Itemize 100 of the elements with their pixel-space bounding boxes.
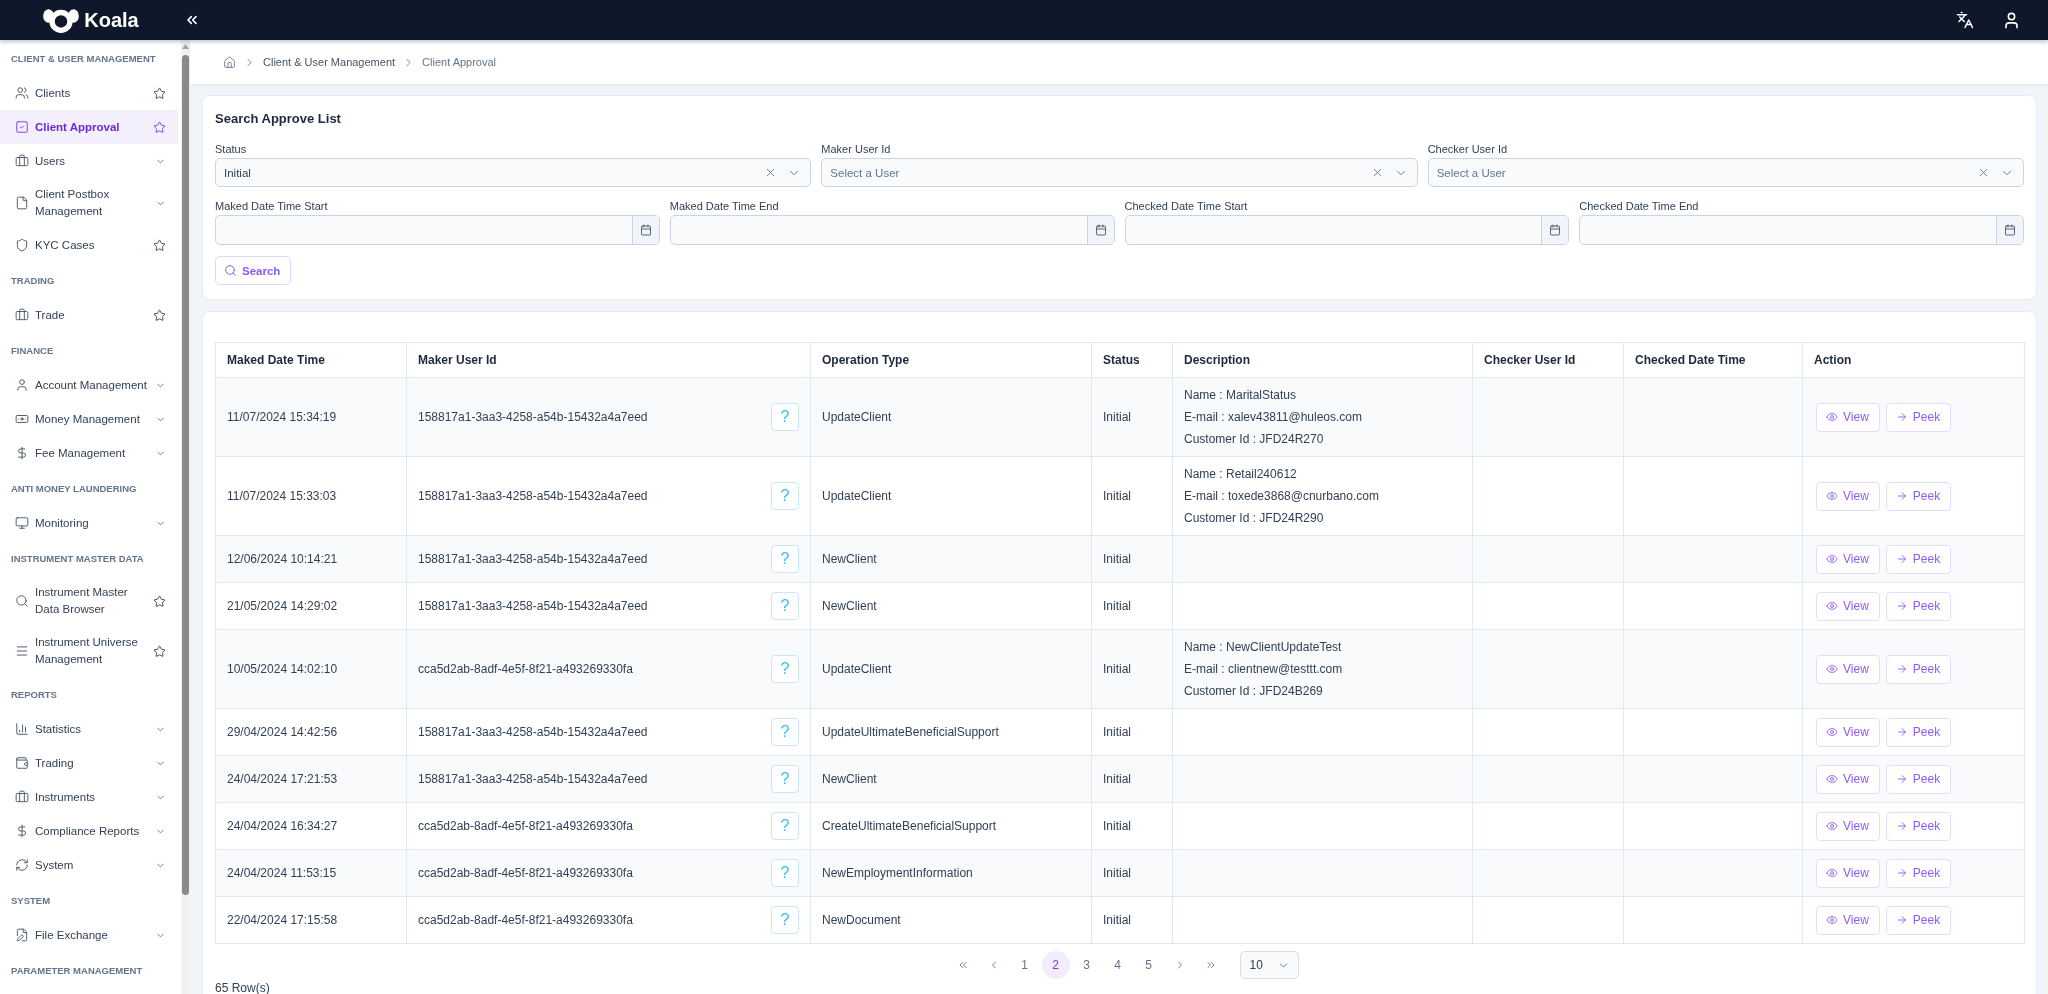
breadcrumb-current: Client Approval <box>422 56 497 68</box>
star-icon[interactable] <box>153 594 166 608</box>
sidebar-item[interactable]: Instrument Universe Management <box>0 626 178 676</box>
calendar-button[interactable] <box>1996 216 2023 244</box>
peek-button[interactable]: Peek <box>1885 402 1952 432</box>
refresh-icon <box>15 858 29 872</box>
scrollbar-thumb[interactable] <box>182 55 189 895</box>
arrow-right-icon <box>1895 600 1908 612</box>
table-cell: 11/07/2024 15:34:19 <box>215 377 407 457</box>
table-cell: NewClient <box>810 755 1092 803</box>
section-title: FINANCE <box>10 343 55 358</box>
star-icon[interactable] <box>153 308 166 322</box>
logo-text: Koala <box>84 8 139 32</box>
sidebar-item[interactable]: System <box>0 848 178 882</box>
eye-icon <box>1826 411 1838 423</box>
peek-button[interactable]: Peek <box>1885 544 1952 574</box>
sidebar-item[interactable]: Money Management <box>0 402 178 436</box>
page-button[interactable]: 1 <box>1010 951 1039 979</box>
sidebar-item[interactable]: Client Postbox Management <box>0 178 178 228</box>
select-field[interactable]: Initial <box>215 158 812 187</box>
view-button[interactable]: View <box>1816 544 1880 574</box>
arrow-right-icon <box>1895 663 1908 675</box>
view-button[interactable]: View <box>1816 811 1880 841</box>
account-button[interactable] <box>2002 10 2021 30</box>
calendar-button[interactable] <box>1541 216 1569 244</box>
sidebar-item[interactable]: Monitoring <box>0 506 178 540</box>
user-icon <box>2002 10 2021 30</box>
sidebar-item[interactable]: Statistics <box>0 712 178 746</box>
scroll-up-arrow-icon[interactable] <box>182 44 189 49</box>
clear-icon[interactable] <box>1977 166 1990 179</box>
home-icon[interactable] <box>223 55 236 69</box>
page-button[interactable]: 5 <box>1134 951 1163 979</box>
table-cell: 22/04/2024 17:15:58 <box>215 896 407 944</box>
sidebar-item[interactable]: Trading <box>0 746 178 780</box>
column-header: Status <box>1091 342 1173 378</box>
view-button[interactable]: View <box>1816 402 1880 432</box>
calendar-button[interactable] <box>631 216 659 244</box>
date-field[interactable] <box>215 215 660 245</box>
date-field[interactable] <box>1124 215 1570 245</box>
page-button[interactable]: 3 <box>1072 951 1101 979</box>
breadcrumb-link[interactable]: Client & User Management <box>263 56 396 68</box>
select-field[interactable]: Select a User <box>1427 158 2024 187</box>
arrow-right-icon <box>1895 820 1908 832</box>
sidebar-item[interactable]: Instrument Master Data Browser <box>0 576 178 626</box>
sidebar-item[interactable]: File Exchange <box>0 918 178 952</box>
select-field[interactable]: Select a User <box>821 158 1418 187</box>
page-button[interactable]: 2 <box>1041 951 1070 979</box>
table-cell: NewDocument <box>810 896 1092 944</box>
dollar-icon <box>15 824 29 838</box>
table-cell: Initial <box>1091 582 1173 630</box>
sidebar-item[interactable]: Users <box>0 144 178 178</box>
sidebar-item[interactable]: Client Approval <box>0 110 178 144</box>
search-button[interactable]: Search <box>215 256 292 285</box>
peek-button[interactable]: Peek <box>1885 811 1952 841</box>
page-button[interactable]: 4 <box>1103 951 1132 979</box>
peek-button[interactable]: Peek <box>1885 717 1952 747</box>
sidebar-item[interactable]: Compliance Reports <box>0 814 178 848</box>
chevrons-right-icon <box>1204 959 1217 971</box>
language-button[interactable] <box>1956 11 1974 29</box>
view-button[interactable]: View <box>1816 764 1880 794</box>
arrow-right-icon <box>1895 411 1908 423</box>
section-title: PARAMETER MANAGEMENT <box>10 963 144 978</box>
star-icon[interactable] <box>153 86 166 100</box>
view-button[interactable]: View <box>1816 858 1880 888</box>
date-field[interactable] <box>669 215 1115 245</box>
view-button[interactable]: View <box>1816 717 1880 747</box>
sidebar-item[interactable]: Trade <box>0 298 178 332</box>
description-line: E-mail : clientnew@testtt.com <box>1184 661 1344 678</box>
description-line: Name : MaritalStatus <box>1184 387 1298 404</box>
star-icon[interactable] <box>153 238 166 252</box>
date-field[interactable] <box>1579 215 2024 245</box>
shield-icon <box>15 238 29 252</box>
scrollbar-track[interactable] <box>181 40 190 994</box>
column-header: Action <box>1802 342 2025 378</box>
sidebar-item[interactable]: Clients <box>0 76 178 110</box>
peek-button[interactable]: Peek <box>1885 905 1952 935</box>
maker-user-id: cca5d2ab-8adf-4e5f-8f21-a493269330fa <box>418 662 633 676</box>
view-button[interactable]: View <box>1816 591 1880 621</box>
sidebar-item[interactable]: Fee Management <box>0 436 178 470</box>
view-button[interactable]: View <box>1816 654 1880 684</box>
peek-button[interactable]: Peek <box>1885 764 1952 794</box>
sidebar-item[interactable]: Instruments <box>0 780 178 814</box>
sidebar-item[interactable]: KYC Cases <box>0 228 178 262</box>
view-button[interactable]: View <box>1816 905 1880 935</box>
page-size-select[interactable]: 10 <box>1239 951 1299 979</box>
calendar-icon <box>1094 224 1107 236</box>
peek-button[interactable]: Peek <box>1885 858 1952 888</box>
peek-button[interactable]: Peek <box>1885 654 1952 684</box>
star-icon[interactable] <box>153 120 166 134</box>
calendar-icon <box>1549 224 1562 236</box>
section-title: INSTRUMENT MASTER DATA <box>10 551 145 566</box>
peek-button[interactable]: Peek <box>1885 591 1952 621</box>
table-cell: 21/05/2024 14:29:02 <box>215 582 407 630</box>
description-line: Customer Id : JFD24B269 <box>1184 683 1324 700</box>
view-button[interactable]: View <box>1816 481 1880 511</box>
star-icon[interactable] <box>153 644 166 658</box>
calendar-button[interactable] <box>1086 216 1114 244</box>
field-label: Checker User Id <box>1427 142 1509 157</box>
sidebar-item[interactable]: Account Management <box>0 368 178 402</box>
peek-button[interactable]: Peek <box>1885 481 1952 511</box>
